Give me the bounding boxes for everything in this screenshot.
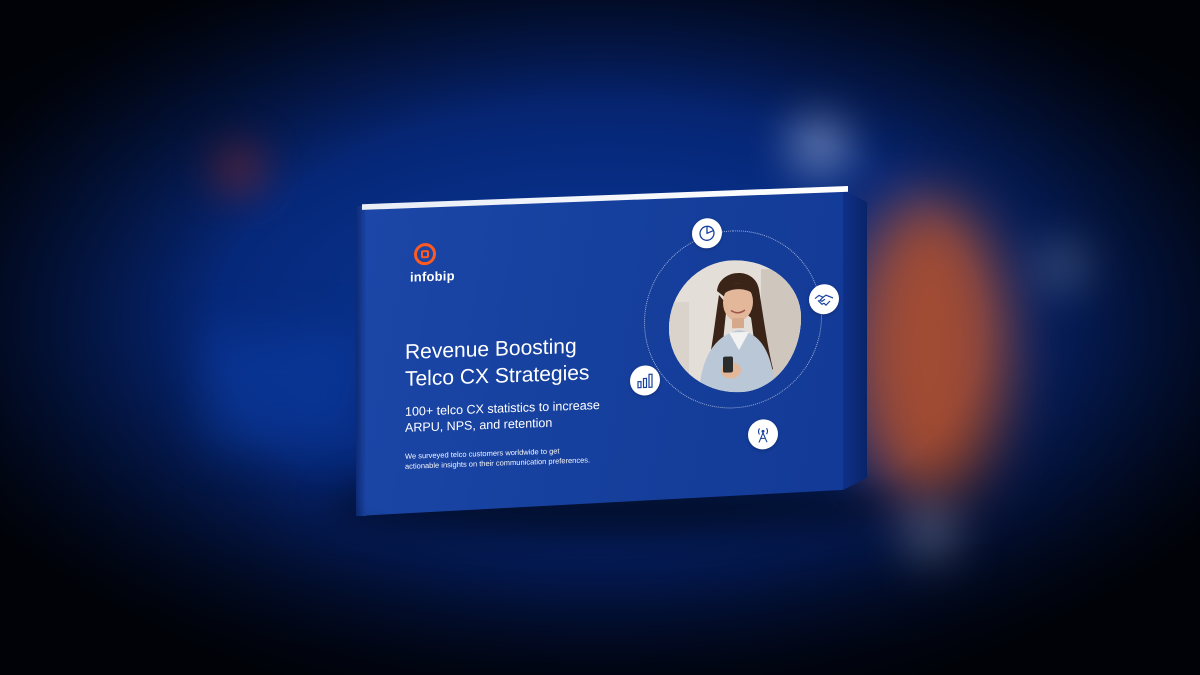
- bar-chart-icon: [630, 364, 660, 396]
- blurred-white-light: [905, 510, 960, 565]
- book-spine: [356, 206, 366, 516]
- cover-title-line2: Telco CX Strategies: [405, 361, 590, 391]
- infobip-logo: infobip: [410, 242, 455, 285]
- blurred-orange-circle: [850, 195, 1010, 505]
- blurred-white-light: [1040, 240, 1090, 290]
- handshake-icon: [809, 283, 839, 315]
- blurred-orange-light: [215, 145, 260, 190]
- cell-tower-icon: [748, 418, 778, 450]
- cover-description: We surveyed telco customers worldwide to…: [405, 444, 625, 472]
- infobip-logo-mark-icon: [414, 242, 436, 266]
- cover-subtitle-line1: 100+ telco CX statistics to increase: [405, 398, 600, 419]
- ebook-cover: infobip Revenue Boosting Telco CX Strate…: [372, 189, 842, 510]
- cover-subtitle-line2: ARPU, NPS, and retention: [405, 415, 553, 435]
- cover-subtitle: 100+ telco CX statistics to increase ARP…: [405, 396, 635, 436]
- blurred-panel: [200, 330, 360, 450]
- cover-title: Revenue Boosting Telco CX Strategies: [405, 331, 635, 393]
- scene-background: infobip Revenue Boosting Telco CX Strate…: [0, 0, 1200, 675]
- blurred-white-light: [790, 115, 850, 175]
- cover-title-line1: Revenue Boosting: [405, 334, 577, 364]
- book-side-edge: [843, 190, 867, 490]
- brand-name: infobip: [410, 268, 455, 285]
